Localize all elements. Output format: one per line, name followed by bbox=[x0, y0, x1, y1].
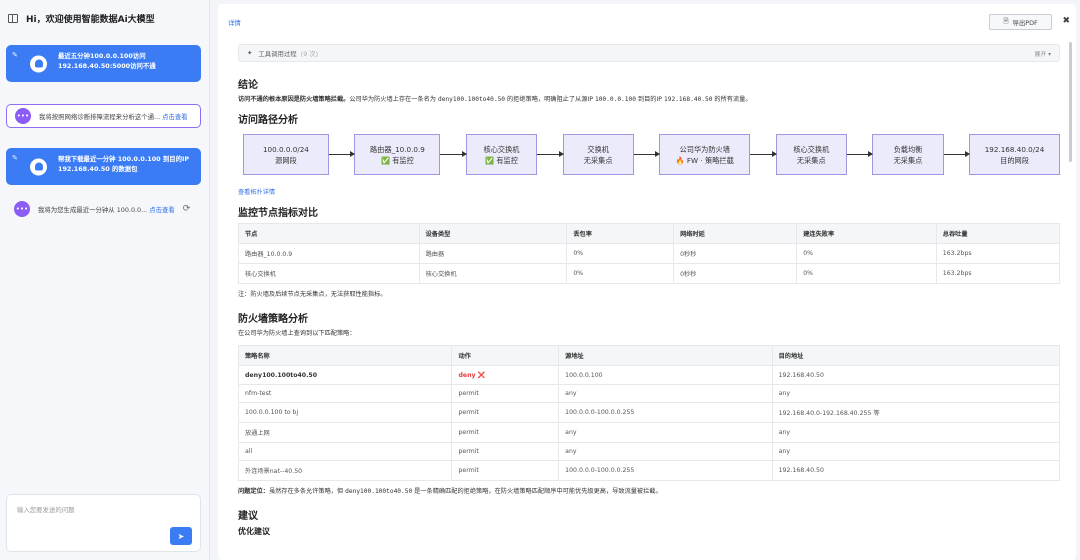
monitor-table: 节点 设备类型 丢包率 网络时延 建连失败率 总吞吐量 路由器_10.0.0.9 路由器 0%… bbox=[238, 223, 1060, 284]
chat-input-placeholder: 输入您要发送的问题 bbox=[17, 506, 75, 514]
tool-call-label: 工具调用过程 bbox=[258, 49, 297, 58]
refresh-icon[interactable]: ⟳ bbox=[183, 204, 191, 214]
ai-avatar-icon: ••• bbox=[15, 108, 31, 124]
path-arrow bbox=[846, 151, 874, 157]
path-node: 核心交换机 无采集点 bbox=[775, 134, 847, 175]
table-row: 核心交换机 核心交换机 0% 0秒秒 0% 163.2bps bbox=[238, 263, 1060, 284]
view-link[interactable]: 点击查看 bbox=[149, 206, 175, 214]
path-node: 核心交换机 ✅ 有监控 bbox=[465, 134, 538, 175]
sidebar: Hi，欢迎使用智能数据Ai大模型 ✎ 最近五分钟100.0.0.100访问192… bbox=[0, 0, 210, 560]
user-message[interactable]: ✎ 最近五分钟100.0.0.100访问192.168.40.50:5000访问… bbox=[6, 45, 201, 82]
export-pdf-button[interactable]: 🗎 导出PDF bbox=[989, 14, 1052, 30]
path-diagram: 100.0.0.0/24 源网段 路由器_10.0.0.9 ✅ 有监控 核心交换机 ✅… bbox=[243, 134, 1060, 175]
path-arrow bbox=[537, 151, 564, 157]
path-arrow bbox=[750, 151, 777, 157]
table-row: 100.0.0.100 to bj permit 100.0.0.0-100.0.0… bbox=[238, 402, 1060, 423]
suggest-heading: 建议 bbox=[238, 511, 258, 522]
path-node: 192.168.40.0/24 目的网段 bbox=[969, 134, 1060, 175]
conclusion-heading: 结论 bbox=[238, 80, 258, 91]
ai-avatar-icon: ••• bbox=[14, 201, 30, 217]
tool-call-count: (9 次) bbox=[300, 49, 319, 58]
path-arrow bbox=[440, 151, 467, 157]
path-node: 负载均衡 无采集点 bbox=[872, 134, 944, 175]
ai-message[interactable]: ••• 我将为您生成最近一分钟从 100.0.0... 点击查看 ⟳ bbox=[6, 197, 201, 221]
tab-details[interactable]: 详情 bbox=[228, 18, 241, 27]
path-node: 100.0.0.0/24 源网段 bbox=[243, 134, 329, 175]
send-button[interactable]: ➤ bbox=[170, 527, 192, 545]
table-row: 路由器_10.0.0.9 路由器 0% 0秒秒 0% 163.2bps bbox=[238, 243, 1060, 264]
table-row: 外连场景nat--40.50 permit 100.0.0.0-100.0.0.25… bbox=[238, 460, 1060, 481]
table-row: nfm-test permit any any bbox=[238, 384, 1060, 403]
path-heading: 访问路径分析 bbox=[238, 115, 298, 126]
firewall-heading: 防火墙策略分析 bbox=[238, 314, 308, 325]
table-header-row: 节点 设备类型 丢包率 网络时延 建连失败率 总吞吐量 bbox=[238, 223, 1060, 244]
table-row: 放通上网 permit any any bbox=[238, 422, 1060, 443]
path-arrow bbox=[943, 151, 970, 157]
user-message[interactable]: ✎ 帮我下载最近一分钟 100.0.0.100 到目的IP 192.168.40… bbox=[6, 148, 201, 185]
sidebar-toggle-icon[interactable] bbox=[8, 14, 18, 23]
path-node: 交换机 无采集点 bbox=[562, 134, 634, 175]
table-row: deny100.100to40.50 deny ❌ 100.0.0.100 192.1… bbox=[238, 365, 1060, 385]
detail-panel: 详情 🗎 导出PDF ✖ ✦ 工具调用过程 (9 次) 展开 ▾ 结论 访问不通的… bbox=[218, 4, 1076, 560]
document-icon: 🗎 bbox=[1003, 16, 1009, 25]
conclusion-text: 访问不通的根本原因是防火墙策略拦截。公司华为防火墙上存在一条名为 deny100… bbox=[238, 96, 752, 103]
path-arrow bbox=[633, 151, 660, 157]
firewall-table: 策略名称 动作 源地址 目的地址 deny100.100to40.50 deny ❌ 10… bbox=[238, 345, 1060, 481]
table-row: all permit any any bbox=[238, 442, 1060, 461]
detail-content: ✦ 工具调用过程 (9 次) 展开 ▾ 结论 访问不通的根本原因是防火墙策略拦截… bbox=[238, 44, 1060, 560]
export-pdf-label: 导出PDF bbox=[1012, 18, 1038, 27]
edit-icon[interactable]: ✎ bbox=[12, 154, 18, 162]
ai-message-text: 我将为您生成最近一分钟从 100.0.0... bbox=[38, 205, 148, 214]
monitor-note: 注：防火墙及后续节点无采集点，无法获取性能指标。 bbox=[238, 291, 387, 298]
user-message-text: 最近五分钟100.0.0.100访问192.168.40.50:5000访问不通 bbox=[58, 52, 156, 70]
path-node: 路由器_10.0.0.9 ✅ 有监控 bbox=[354, 134, 441, 175]
issue-text: 问题定位：虽然存在多条允许策略，但 deny100.100to40.50 是一条… bbox=[238, 488, 662, 495]
monitor-heading: 监控节点指标对比 bbox=[238, 208, 318, 219]
close-icon[interactable]: ✖ bbox=[1062, 16, 1070, 26]
chat-input[interactable]: 输入您要发送的问题 ➤ bbox=[6, 494, 201, 552]
path-node: 公司华为防火墙 🔥 FW · 策略拦截 bbox=[659, 134, 751, 175]
ai-message-text: 我将按照网络诊断排障流程来分析这个通... bbox=[39, 112, 161, 121]
expand-toggle[interactable]: 展开 ▾ bbox=[1035, 49, 1051, 58]
detail-topbar: 详情 🗎 导出PDF ✖ bbox=[218, 4, 1076, 38]
firewall-intro: 在公司华为防火墙上查询到以下匹配策略： bbox=[238, 330, 356, 337]
ai-message[interactable]: ••• 我将按照网络诊断排障流程来分析这个通... 点击查看 bbox=[6, 104, 201, 128]
sidebar-header: Hi，欢迎使用智能数据Ai大模型 bbox=[8, 12, 155, 25]
path-arrow bbox=[328, 151, 356, 157]
sparkle-icon: ✦ bbox=[247, 49, 253, 57]
tool-call-panel[interactable]: ✦ 工具调用过程 (9 次) 展开 ▾ bbox=[238, 44, 1060, 62]
user-avatar bbox=[30, 55, 47, 72]
suggest-subheading: 优化建议 bbox=[238, 527, 270, 536]
topology-link[interactable]: 查看拓扑详情 bbox=[238, 187, 1060, 196]
edit-icon[interactable]: ✎ bbox=[12, 51, 18, 59]
view-link[interactable]: 点击查看 bbox=[162, 113, 188, 121]
sidebar-title: Hi，欢迎使用智能数据Ai大模型 bbox=[26, 15, 155, 25]
user-message-text: 帮我下载最近一分钟 100.0.0.100 到目的IP 192.168.40.5… bbox=[58, 155, 190, 173]
user-avatar bbox=[30, 158, 47, 175]
table-header-row: 策略名称 动作 源地址 目的地址 bbox=[238, 345, 1060, 366]
scrollbar[interactable] bbox=[1069, 42, 1072, 162]
